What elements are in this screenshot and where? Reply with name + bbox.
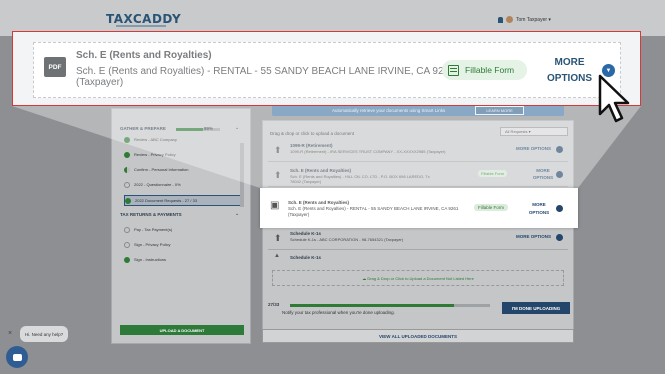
mouse-cursor-icon [598,74,630,123]
fillable-form-button[interactable]: Fillable Form [442,60,527,80]
highlighted-request-row[interactable]: ▣ Sch. E (Rents and Royalties) Sch. E (R… [260,188,578,228]
callout-description-owner: (Taxpayer) [76,77,124,88]
more-options-button[interactable]: MORE OPTIONS [526,201,552,217]
pdf-file-icon: PDF [44,57,66,77]
pdf-file-icon: ▣ [270,200,280,211]
fillable-form-badge[interactable]: Fillable Form [474,204,509,211]
more-options-button[interactable]: MORE OPTIONS [547,55,592,87]
callout-title: Sch. E (Rents and Royalties) [76,50,212,61]
form-icon [448,64,459,76]
callout-description: Sch. E (Rents and Royalties) - RENTAL - … [76,66,455,77]
chevron-down-icon[interactable] [556,205,563,212]
